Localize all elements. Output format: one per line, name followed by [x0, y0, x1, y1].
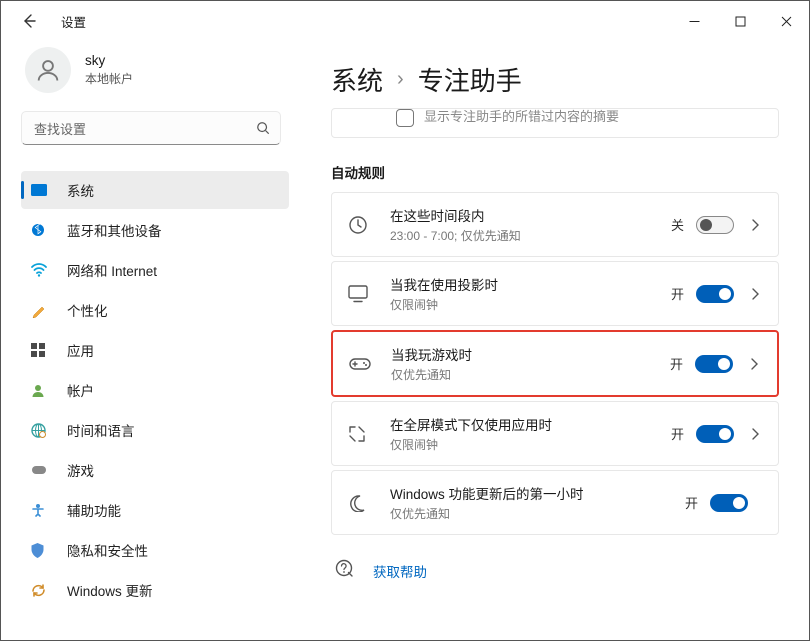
system-icon: [31, 184, 53, 196]
clock-icon: [348, 215, 376, 235]
close-button[interactable]: [763, 1, 809, 41]
toggle-switch[interactable]: [710, 494, 748, 512]
nav-label: 时间和语言: [67, 420, 135, 440]
nav-item-time-language[interactable]: 时间和语言: [21, 411, 289, 449]
user-profile[interactable]: sky 本地帐户: [21, 43, 289, 111]
nav-label: 帐户: [67, 380, 94, 400]
chevron-right-icon[interactable]: [748, 428, 762, 440]
nav-list: 系统 蓝牙和其他设备 网络和 Internet 个性化 应用 帐户: [21, 171, 289, 609]
search-placeholder: 查找设置: [34, 119, 256, 138]
rule-title: 在全屏模式下仅使用应用时: [390, 414, 671, 434]
gamepad-icon: [349, 356, 377, 372]
summary-checkbox-card[interactable]: 显示专注助手的所错过内容的摘要: [331, 108, 779, 138]
nav-label: 个性化: [67, 300, 108, 320]
rule-subtitle: 仅限闹钟: [390, 296, 671, 313]
window-title: 设置: [61, 12, 86, 31]
summary-checkbox-label: 显示专注助手的所错过内容的摘要: [424, 108, 619, 125]
minimize-button[interactable]: [671, 1, 717, 41]
nav-label: 系统: [67, 180, 94, 200]
shield-icon: [31, 543, 53, 558]
get-help-link[interactable]: 获取帮助: [373, 561, 427, 581]
nav-label: 网络和 Internet: [67, 260, 157, 280]
chevron-right-icon[interactable]: [747, 358, 761, 370]
person-icon: [34, 56, 62, 84]
avatar: [25, 47, 71, 93]
content-area: 系统 › 专注助手 显示专注助手的所错过内容的摘要 自动规则 在这些时间段内 2…: [301, 41, 809, 642]
rule-title: Windows 功能更新后的第一小时: [390, 483, 685, 503]
nav-item-apps[interactable]: 应用: [21, 331, 289, 369]
accessibility-icon: [31, 503, 53, 517]
toggle-switch[interactable]: [695, 355, 733, 373]
brush-icon: [31, 302, 53, 318]
toggle-switch[interactable]: [696, 425, 734, 443]
nav-item-system[interactable]: 系统: [21, 171, 289, 209]
toggle-switch[interactable]: [696, 216, 734, 234]
toggle-state: 开: [671, 284, 684, 303]
gamepad-icon: [31, 464, 53, 476]
rule-subtitle: 仅优先通知: [391, 366, 670, 383]
search-icon: [256, 121, 270, 135]
rule-card-fullscreen[interactable]: 在全屏模式下仅使用应用时 仅限闹钟 开: [331, 401, 779, 466]
get-help-row: 获取帮助: [331, 559, 779, 582]
toggle-state: 开: [670, 354, 683, 373]
checkbox-icon[interactable]: [396, 109, 414, 127]
rule-card-feature-update[interactable]: Windows 功能更新后的第一小时 仅优先通知 开: [331, 470, 779, 535]
toggle-switch[interactable]: [696, 285, 734, 303]
breadcrumb-current: 专注助手: [418, 61, 522, 98]
nav-item-gaming[interactable]: 游戏: [21, 451, 289, 489]
toggle-state: 关: [671, 215, 684, 234]
maximize-icon: [735, 16, 746, 27]
nav-label: 隐私和安全性: [67, 540, 148, 560]
section-title-automatic-rules: 自动规则: [331, 162, 779, 182]
help-icon: [335, 559, 363, 582]
nav-item-personalization[interactable]: 个性化: [21, 291, 289, 329]
maximize-button[interactable]: [717, 1, 763, 41]
toggle-state: 开: [671, 424, 684, 443]
breadcrumb: 系统 › 专注助手: [331, 61, 779, 98]
rule-subtitle: 仅优先通知: [390, 505, 685, 522]
close-icon: [781, 16, 792, 27]
titlebar: 设置: [1, 1, 809, 41]
rule-title: 当我玩游戏时: [391, 344, 670, 364]
rule-title: 在这些时间段内: [390, 205, 671, 225]
user-name: sky: [85, 53, 133, 68]
account-icon: [31, 383, 53, 397]
rule-card-hours[interactable]: 在这些时间段内 23:00 - 7:00; 仅优先通知 关: [331, 192, 779, 257]
wifi-icon: [31, 263, 53, 277]
rule-title: 当我在使用投影时: [390, 274, 671, 294]
toggle-state: 开: [685, 493, 698, 512]
apps-icon: [31, 343, 53, 357]
arrow-left-icon: [21, 13, 37, 29]
nav-item-bluetooth[interactable]: 蓝牙和其他设备: [21, 211, 289, 249]
moon-icon: [348, 494, 376, 512]
globe-clock-icon: [31, 423, 53, 438]
rule-subtitle: 仅限闹钟: [390, 436, 671, 453]
nav-label: 蓝牙和其他设备: [67, 220, 162, 240]
back-button[interactable]: [21, 13, 51, 29]
bluetooth-icon: [31, 222, 53, 238]
nav-item-accessibility[interactable]: 辅助功能: [21, 491, 289, 529]
nav-label: 辅助功能: [67, 500, 121, 520]
monitor-icon: [348, 285, 376, 303]
nav-item-windows-update[interactable]: Windows 更新: [21, 571, 289, 609]
nav-label: Windows 更新: [67, 580, 153, 600]
minimize-icon: [689, 16, 700, 27]
nav-item-network[interactable]: 网络和 Internet: [21, 251, 289, 289]
sidebar: sky 本地帐户 查找设置 系统 蓝牙和其他设备 网络和 Internet: [1, 41, 301, 642]
nav-item-privacy[interactable]: 隐私和安全性: [21, 531, 289, 569]
breadcrumb-parent[interactable]: 系统: [331, 61, 383, 98]
fullscreen-icon: [348, 425, 376, 443]
chevron-right-icon: ›: [397, 68, 404, 91]
nav-item-accounts[interactable]: 帐户: [21, 371, 289, 409]
nav-label: 游戏: [67, 460, 94, 480]
nav-label: 应用: [67, 340, 94, 360]
rule-subtitle: 23:00 - 7:00; 仅优先通知: [390, 227, 671, 244]
rule-card-gaming[interactable]: 当我玩游戏时 仅优先通知 开: [331, 330, 779, 397]
search-input[interactable]: 查找设置: [21, 111, 281, 145]
user-account-type: 本地帐户: [85, 70, 133, 87]
chevron-right-icon[interactable]: [748, 288, 762, 300]
update-icon: [31, 583, 53, 598]
rule-card-projecting[interactable]: 当我在使用投影时 仅限闹钟 开: [331, 261, 779, 326]
chevron-right-icon[interactable]: [748, 219, 762, 231]
